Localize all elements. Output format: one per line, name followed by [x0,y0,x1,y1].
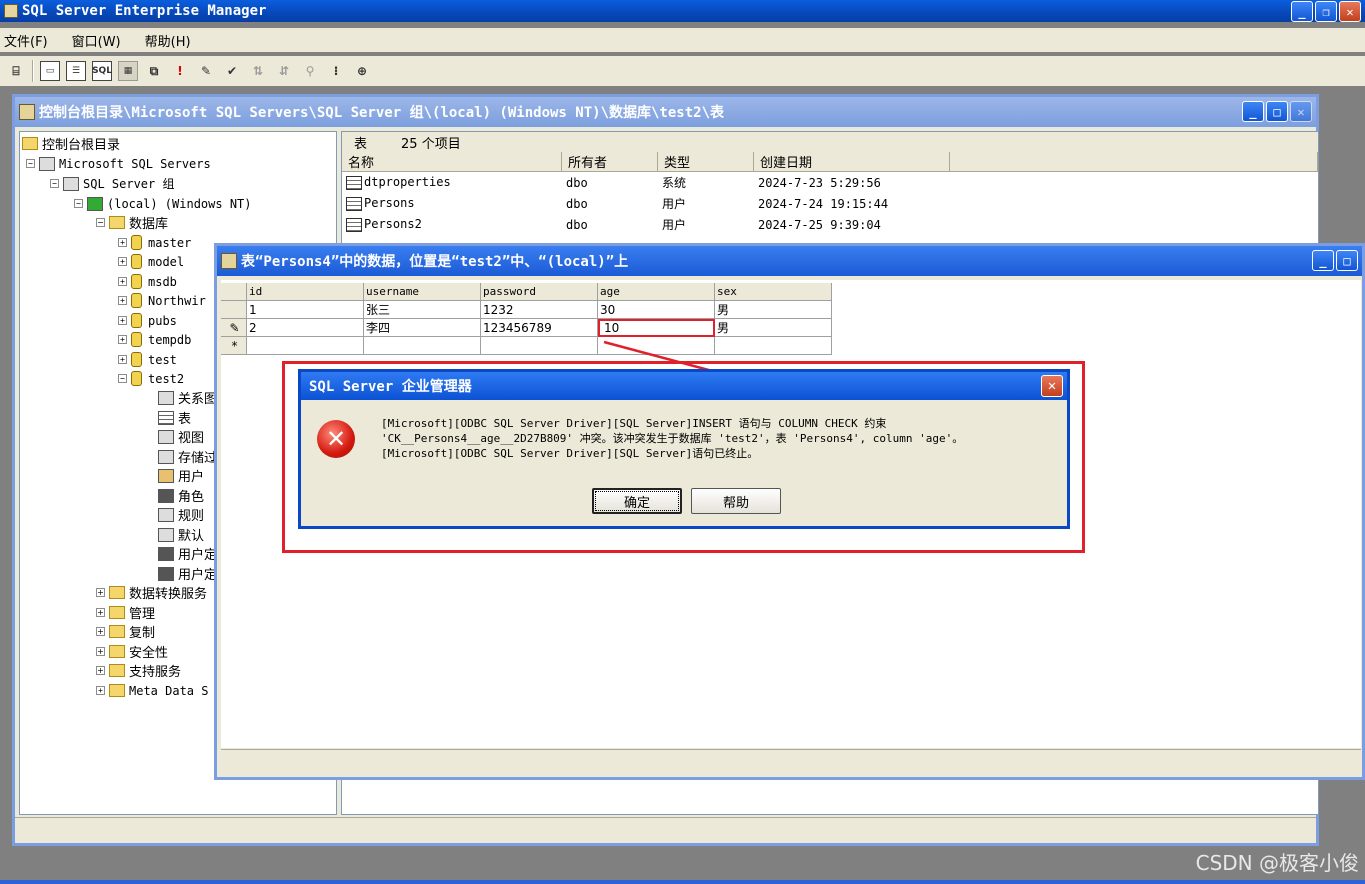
ok-button[interactable]: 确定 [592,488,682,514]
error-message: [Microsoft][ODBC SQL Server Driver][SQL … [381,417,964,460]
dialog-title-bar: SQL Server 企业管理器 ✕ [301,372,1067,400]
error-icon: ✕ [317,420,355,458]
taskbar-strip [0,880,1365,884]
dialog-title: SQL Server 企业管理器 [309,379,472,395]
help-button[interactable]: 帮助 [691,488,781,514]
error-dialog: SQL Server 企业管理器 ✕ ✕ [Microsoft][ODBC SQ… [298,369,1070,529]
watermark: CSDN @极客小俊 [1195,851,1359,875]
close-icon[interactable]: ✕ [1041,375,1063,397]
